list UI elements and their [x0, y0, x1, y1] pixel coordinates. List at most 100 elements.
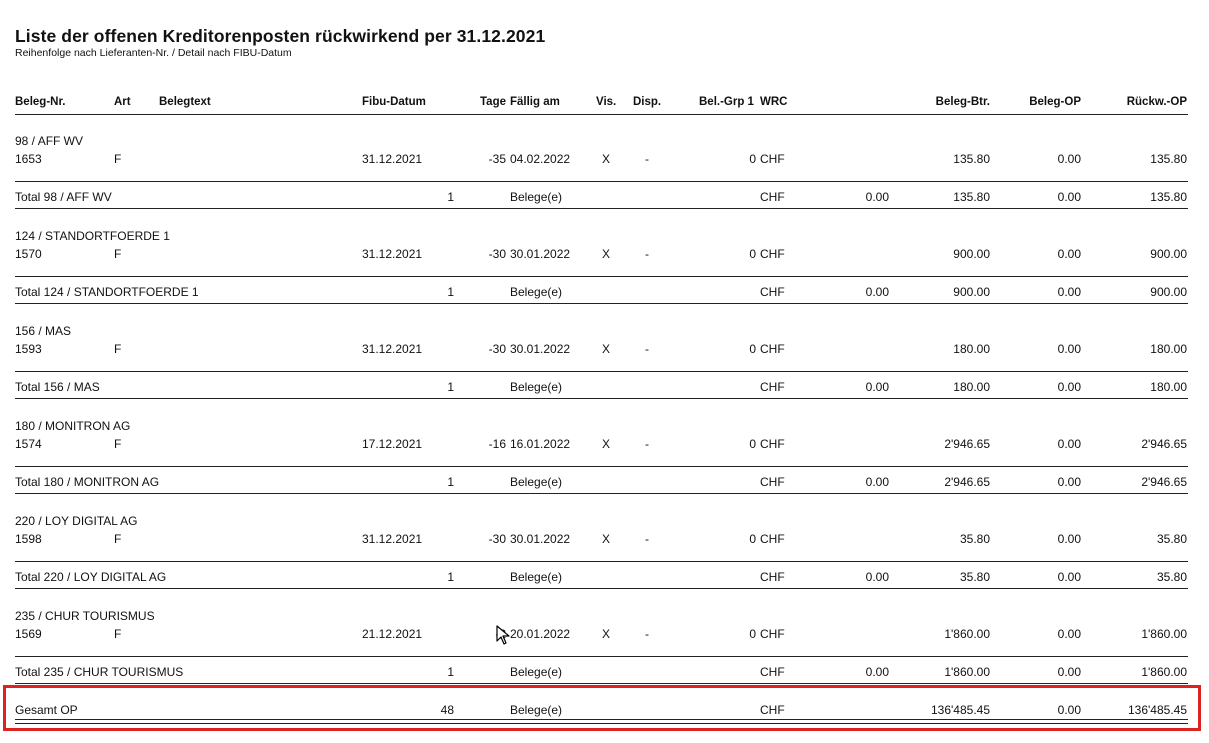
- total-beleg-op: 0.00: [1057, 285, 1081, 299]
- header-rule: [15, 114, 1188, 115]
- row-beleg-nr: 1569: [15, 627, 42, 641]
- row-rueckw-op: 2'946.65: [1141, 437, 1187, 451]
- row-beleg-nr: 1574: [15, 437, 42, 451]
- total-wrc: CHF: [760, 380, 785, 394]
- row-beleg-btr: 1'860.00: [944, 627, 990, 641]
- row-tage: -30: [488, 342, 506, 356]
- total-rule-bottom: [15, 588, 1188, 589]
- row-wrc: CHF: [760, 342, 785, 356]
- total-count: 1: [447, 570, 454, 584]
- total-rueckw-op: 35.80: [1156, 570, 1187, 584]
- total-label: Total 235 / CHUR TOURISMUS: [15, 665, 184, 679]
- row-art: F: [114, 342, 122, 356]
- total-unit: Belege(e): [510, 190, 563, 204]
- total-rule-top: [15, 276, 1188, 277]
- row-faellig-am: 30.01.2022: [510, 342, 571, 356]
- total-count: 1: [447, 190, 454, 204]
- row-beleg-op: 0.00: [1057, 627, 1081, 641]
- total-count: 1: [447, 380, 454, 394]
- row-vis: X: [602, 532, 611, 546]
- total-rule-top: [15, 181, 1188, 182]
- row-faellig-am: 20.01.2022: [510, 627, 571, 641]
- row-beleg-btr: 2'946.65: [944, 437, 990, 451]
- col-rueckw-op: Rückw.-OP: [1126, 96, 1187, 108]
- col-wrc: WRC: [760, 96, 788, 108]
- total-beleg-op: 0.00: [1057, 665, 1081, 679]
- row-rueckw-op: 35.80: [1156, 532, 1187, 546]
- row-beleg-op: 0.00: [1057, 437, 1081, 451]
- total-label: Total 156 / MAS: [15, 380, 100, 394]
- total-fw: 0.00: [865, 285, 889, 299]
- row-faellig-am: 16.01.2022: [510, 437, 571, 451]
- total-fw: 0.00: [865, 570, 889, 584]
- total-beleg-op: 0.00: [1057, 570, 1081, 584]
- total-rule-bottom: [15, 303, 1188, 304]
- total-unit: Belege(e): [510, 380, 563, 394]
- total-rueckw-op: 1'860.00: [1141, 665, 1187, 679]
- supplier-label: 220 / LOY DIGITAL AG: [15, 514, 138, 528]
- row-beleg-btr: 35.80: [959, 532, 990, 546]
- row-tage: -16: [488, 437, 506, 451]
- col-disp: Disp.: [633, 96, 662, 108]
- mouse-pointer-icon: [496, 625, 510, 645]
- row-art: F: [114, 437, 122, 451]
- row-beleg-btr: 900.00: [953, 247, 990, 261]
- row-tage: -30: [488, 532, 506, 546]
- total-unit: Belege(e): [510, 665, 563, 679]
- row-wrc: CHF: [760, 627, 785, 641]
- row-art: F: [114, 152, 122, 166]
- total-fw: 0.00: [865, 665, 889, 679]
- row-rueckw-op: 135.80: [1150, 152, 1187, 166]
- row-vis: X: [602, 627, 611, 641]
- row-tage: -30: [488, 247, 506, 261]
- row-disp: -: [645, 437, 649, 451]
- row-art: F: [114, 532, 122, 546]
- total-fw: 0.00: [865, 475, 889, 489]
- total-rueckw-op: 135.80: [1150, 190, 1187, 204]
- row-vis: X: [602, 247, 611, 261]
- total-fw: 0.00: [865, 380, 889, 394]
- row-bel-grp: 0: [749, 437, 756, 451]
- row-vis: X: [602, 152, 611, 166]
- total-wrc: CHF: [760, 475, 785, 489]
- row-bel-grp: 0: [749, 627, 756, 641]
- total-beleg-op: 0.00: [1057, 190, 1081, 204]
- total-count: 1: [447, 665, 454, 679]
- supplier-label: 235 / CHUR TOURISMUS: [15, 609, 155, 623]
- row-beleg-op: 0.00: [1057, 532, 1081, 546]
- total-label: Total 220 / LOY DIGITAL AG: [15, 570, 167, 584]
- total-rule-top: [15, 656, 1188, 657]
- total-wrc: CHF: [760, 570, 785, 584]
- row-wrc: CHF: [760, 532, 785, 546]
- row-beleg-op: 0.00: [1057, 247, 1081, 261]
- row-wrc: CHF: [760, 247, 785, 261]
- total-beleg-btr: 2'946.65: [944, 475, 990, 489]
- row-disp: -: [645, 532, 649, 546]
- total-rule-top: [15, 371, 1188, 372]
- total-rule-bottom: [15, 493, 1188, 494]
- col-beleg-nr: Beleg-Nr.: [15, 96, 66, 108]
- col-art: Art: [114, 96, 131, 108]
- row-fibu-datum: 31.12.2021: [362, 342, 423, 356]
- total-rule-top: [15, 561, 1188, 562]
- row-fibu-datum: 31.12.2021: [362, 152, 423, 166]
- total-rueckw-op: 180.00: [1150, 380, 1187, 394]
- row-rueckw-op: 900.00: [1150, 247, 1187, 261]
- row-art: F: [114, 247, 122, 261]
- total-label: Total 98 / AFF WV: [15, 190, 112, 204]
- row-beleg-nr: 1593: [15, 342, 42, 356]
- supplier-label: 156 / MAS: [15, 324, 72, 338]
- row-wrc: CHF: [760, 437, 785, 451]
- col-bel-grp: Bel.-Grp 1: [699, 96, 754, 108]
- supplier-label: 124 / STANDORTFOERDE 1: [15, 229, 170, 243]
- total-rule-bottom: [15, 208, 1188, 209]
- supplier-label: 98 / AFF WV: [15, 134, 84, 148]
- row-beleg-nr: 1570: [15, 247, 42, 261]
- col-beleg-btr: Beleg-Btr.: [935, 96, 990, 108]
- total-unit: Belege(e): [510, 285, 563, 299]
- total-beleg-btr: 1'860.00: [944, 665, 990, 679]
- total-beleg-op: 0.00: [1057, 380, 1081, 394]
- row-beleg-btr: 180.00: [953, 342, 990, 356]
- total-count: 1: [447, 475, 454, 489]
- row-beleg-nr: 1598: [15, 532, 42, 546]
